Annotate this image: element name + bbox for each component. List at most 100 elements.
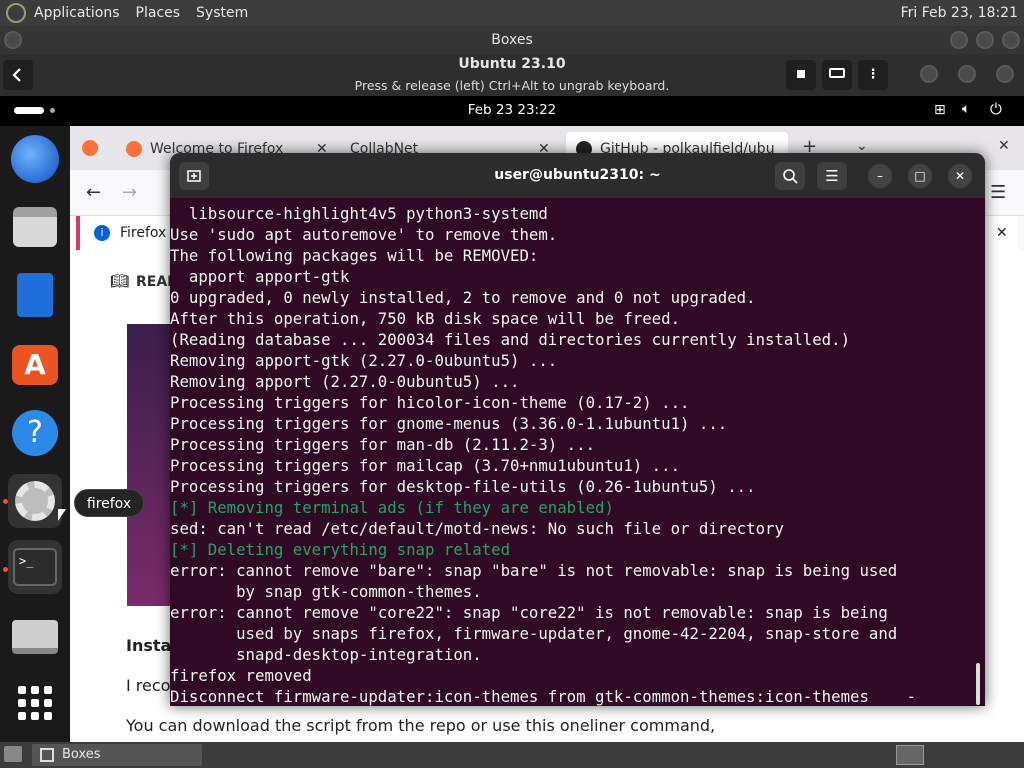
dock-app-center[interactable]: A — [8, 338, 62, 392]
power-icon[interactable]: ⏻ — [990, 100, 1002, 118]
taskbar-boxes[interactable]: Boxes — [32, 744, 202, 766]
info-icon: i — [94, 225, 110, 241]
running-indicator — [3, 499, 8, 504]
terminal-line: [*] Removing terminal ads (if they are e… — [170, 498, 614, 517]
dock-app-grid[interactable] — [8, 676, 62, 730]
window-menu-icon[interactable] — [4, 31, 22, 49]
back-arrow-icon[interactable]: ← — [86, 182, 101, 203]
help-icon: ? — [12, 410, 58, 456]
kebab-menu-icon: ⋮ — [866, 67, 880, 82]
terminal-output[interactable]: libsource-highlight4v5 python3-systemd Us… — [170, 203, 976, 706]
terminal-line: snapd-desktop-integration. — [170, 645, 482, 664]
dock-help[interactable]: ? — [8, 406, 62, 460]
paragraph-recommend: I reco — [126, 676, 171, 695]
terminal-menu-button[interactable]: ☰ — [817, 162, 847, 190]
notice-close-icon[interactable]: ✕ — [996, 216, 1008, 250]
workspace-switcher-icon[interactable] — [896, 745, 924, 765]
taskbar-label: Boxes — [62, 747, 101, 762]
menu-button[interactable]: ⋮ — [858, 60, 888, 90]
show-desktop-icon[interactable] — [4, 746, 22, 762]
terminal-scrollbar[interactable] — [976, 663, 980, 705]
dock-disk[interactable] — [8, 610, 62, 664]
dock-settings[interactable] — [8, 474, 62, 528]
terminal-minimize-icon[interactable]: – — [868, 164, 892, 188]
menu-applications[interactable]: Applications — [26, 0, 128, 26]
terminal-line: used by snaps firefox, firmware-updater,… — [170, 624, 898, 643]
host-clock[interactable]: Fri Feb 23, 18:21 — [901, 0, 1018, 26]
terminal-line: libsource-highlight4v5 python3-systemd — [170, 204, 548, 223]
dock-terminal[interactable]: >_ — [8, 540, 62, 594]
terminal-line: Use 'sudo apt autoremove' to remove them… — [170, 225, 558, 244]
dock-thunderbird[interactable] — [8, 132, 62, 186]
thunderbird-icon — [11, 135, 59, 183]
terminal-maximize-icon[interactable]: □ — [908, 164, 932, 188]
host-top-panel: Applications Places System Fri Feb 23, 1… — [0, 0, 1024, 26]
boxes-app-icon — [40, 748, 54, 762]
terminal-icon: >_ — [13, 548, 57, 586]
maximize-icon[interactable] — [976, 31, 994, 49]
volume-icon[interactable]: 🔈︎ — [962, 101, 970, 117]
terminal-line: error: cannot remove "core22": snap "cor… — [170, 603, 888, 622]
mate-logo-icon[interactable] — [6, 3, 26, 23]
writer-icon — [17, 273, 53, 317]
firefox-logo-icon — [126, 141, 142, 157]
files-icon — [13, 207, 57, 247]
paragraph-download: You can download the script from the rep… — [126, 716, 716, 735]
terminal-line: Removing apport (2.27.0-0ubuntu5) ... — [170, 372, 520, 391]
keyboard-icon — [829, 68, 845, 78]
guest-clock[interactable]: Feb 23 23:22 — [0, 102, 1024, 118]
app-center-icon: A — [12, 345, 58, 385]
terminal-close-icon[interactable]: ✕ — [948, 164, 972, 188]
terminal-header: user@ubuntu2310: ~ ☰ – □ ✕ — [170, 153, 985, 198]
ff-close-icon[interactable]: ✕ — [998, 138, 1010, 154]
menu-places[interactable]: Places — [128, 0, 189, 26]
stop-button[interactable] — [786, 60, 816, 90]
settings-icon — [15, 481, 55, 521]
terminal-line: error: cannot remove "bare": snap "bare"… — [170, 561, 898, 580]
hamburger-icon: ☰ — [825, 167, 839, 185]
terminal-title: user@ubuntu2310: ~ — [494, 167, 661, 183]
boxes-title-bar: Boxes — [0, 26, 1024, 54]
keyboard-button[interactable] — [822, 60, 852, 90]
terminal-line: Processing triggers for mailcap (3.70+nm… — [170, 456, 681, 475]
terminal-window[interactable]: user@ubuntu2310: ~ ☰ – □ ✕ libsource-hig… — [170, 153, 985, 706]
dock-files[interactable] — [8, 200, 62, 254]
search-button[interactable] — [775, 162, 805, 190]
vm-close-icon[interactable] — [996, 65, 1014, 83]
dock-writer[interactable] — [8, 268, 62, 322]
stop-icon — [797, 70, 805, 78]
boxes-window-title: Boxes — [491, 32, 533, 48]
boxes-header: Ubuntu 23.10 Press & release (left) Ctrl… — [0, 54, 1024, 96]
hamburger-menu-icon[interactable]: ☰ — [990, 182, 1006, 203]
terminal-line: by snap gtk-common-themes. — [170, 582, 482, 601]
terminal-line: sed: can't read /etc/default/motd-news: … — [170, 519, 784, 538]
terminal-line: Processing triggers for gnome-menus (3.3… — [170, 414, 728, 433]
firefox-view-icon[interactable] — [82, 140, 98, 156]
network-icon[interactable]: ⊞ — [934, 102, 946, 118]
guest-top-bar: Feb 23 23:22 ⊞ 🔈︎ ⏻ — [0, 96, 1024, 126]
minimize-icon[interactable] — [950, 31, 968, 49]
app-grid-icon — [18, 686, 52, 720]
vm-minimize-icon[interactable] — [920, 65, 938, 83]
terminal-line: The following packages will be REMOVED: — [170, 246, 539, 265]
tab-list-icon[interactable]: ⌄ — [856, 138, 868, 154]
terminal-line: Removing apport-gtk (2.27.0-0ubuntu5) ..… — [170, 351, 558, 370]
menu-system[interactable]: System — [188, 0, 256, 26]
dock: A ? >_ — [0, 126, 70, 742]
terminal-line: firefox removed — [170, 666, 312, 685]
terminal-line: Disconnect firmware-updater:icon-themes … — [170, 687, 917, 706]
terminal-line: (Reading database ... 200034 files and d… — [170, 330, 851, 349]
search-icon — [783, 169, 798, 184]
terminal-line: apport apport-gtk — [170, 267, 350, 286]
mouse-cursor-icon — [58, 509, 66, 521]
install-heading: Insta — [126, 636, 172, 655]
vm-maximize-icon[interactable] — [958, 65, 976, 83]
reader-icon: 📖︎ — [110, 272, 130, 290]
terminal-line: Processing triggers for man-db (2.11.2-3… — [170, 435, 596, 454]
terminal-line: After this operation, 750 kB disk space … — [170, 309, 681, 328]
disk-icon — [12, 620, 58, 654]
forward-arrow-icon[interactable]: → — [122, 182, 137, 203]
terminal-line: Processing triggers for desktop-file-uti… — [170, 477, 756, 496]
close-icon[interactable] — [1002, 31, 1020, 49]
terminal-line: Processing triggers for hicolor-icon-the… — [170, 393, 690, 412]
